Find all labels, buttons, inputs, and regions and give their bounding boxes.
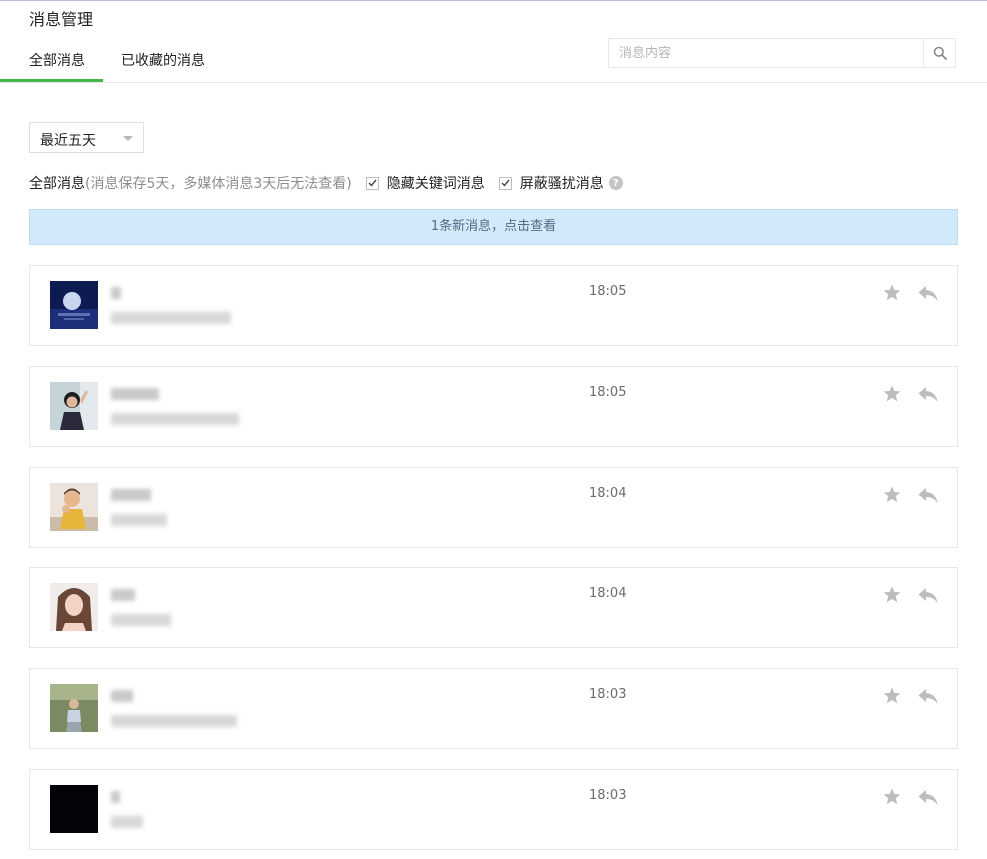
star-icon[interactable] — [882, 283, 902, 303]
check-icon — [501, 179, 510, 187]
sender-name-blurred — [111, 589, 135, 601]
message-time: 18:04 — [589, 486, 627, 501]
question-icon[interactable]: ? — [608, 176, 623, 190]
search-icon — [933, 46, 947, 60]
new-message-banner[interactable]: 1条新消息，点击查看 — [29, 209, 958, 245]
star-icon[interactable] — [882, 384, 902, 404]
reply-icon[interactable] — [917, 384, 939, 404]
tab-all-messages[interactable]: 全部消息 — [0, 50, 103, 82]
message-time: 18:05 — [589, 284, 627, 299]
filter-options: 全部消息 (消息保存5天，多媒体消息3天后无法查看) 隐藏关键词消息 屏蔽骚扰消… — [29, 173, 623, 193]
top-border — [0, 0, 987, 1]
block-spam-checkbox[interactable]: 屏蔽骚扰消息 — [498, 173, 604, 193]
block-spam-label: 屏蔽骚扰消息 — [519, 176, 604, 192]
message-item[interactable]: 18:03 — [29, 769, 958, 850]
reply-icon[interactable] — [917, 485, 939, 505]
search-input[interactable] — [609, 39, 926, 67]
message-item[interactable]: 18:04 — [29, 467, 958, 548]
star-icon[interactable] — [882, 686, 902, 706]
reply-icon[interactable] — [917, 787, 939, 807]
avatar[interactable] — [50, 684, 98, 732]
sender-name-blurred — [111, 791, 120, 803]
star-icon[interactable] — [882, 787, 902, 807]
message-preview-blurred — [111, 413, 239, 425]
message-item[interactable]: 18:05 — [29, 366, 958, 447]
message-time: 18:05 — [589, 385, 627, 400]
search-button[interactable] — [923, 39, 955, 67]
hide-keyword-checkbox[interactable]: 隐藏关键词消息 — [365, 173, 485, 193]
message-item[interactable]: 18:03 — [29, 668, 958, 749]
date-range-select[interactable]: 最近五天 — [29, 122, 144, 153]
avatar[interactable] — [50, 583, 98, 631]
message-time: 18:03 — [589, 687, 627, 702]
reply-icon[interactable] — [917, 686, 939, 706]
reply-icon[interactable] — [917, 585, 939, 605]
message-time: 18:04 — [589, 586, 627, 601]
star-icon[interactable] — [882, 585, 902, 605]
all-messages-label: 全部消息 — [29, 176, 85, 192]
message-item[interactable]: 18:04 — [29, 567, 958, 648]
avatar[interactable] — [50, 483, 98, 531]
date-range-value: 最近五天 — [40, 133, 96, 149]
check-icon — [368, 179, 377, 187]
message-preview-blurred — [111, 514, 167, 526]
sender-name-blurred — [111, 690, 133, 702]
page-title: 消息管理 — [29, 10, 94, 29]
sender-name-blurred — [111, 388, 159, 400]
search-box — [608, 38, 956, 68]
star-icon[interactable] — [882, 485, 902, 505]
hide-keyword-label: 隐藏关键词消息 — [386, 176, 485, 192]
avatar[interactable] — [50, 281, 98, 329]
sender-name-blurred — [111, 287, 121, 299]
avatar[interactable] — [50, 785, 98, 833]
sender-name-blurred — [111, 489, 151, 501]
retention-note: (消息保存5天，多媒体消息3天后无法查看) — [85, 176, 352, 192]
avatar[interactable] — [50, 382, 98, 430]
message-preview-blurred — [111, 614, 171, 626]
chevron-down-icon — [123, 136, 133, 141]
tab-starred-messages[interactable]: 已收藏的消息 — [121, 50, 205, 70]
message-preview-blurred — [111, 715, 237, 727]
reply-icon[interactable] — [917, 283, 939, 303]
checkbox-box — [365, 176, 379, 190]
message-item[interactable]: 18:05 — [29, 265, 958, 346]
message-time: 18:03 — [589, 788, 627, 803]
message-preview-blurred — [111, 816, 143, 828]
message-preview-blurred — [111, 312, 231, 324]
checkbox-box — [498, 176, 512, 190]
